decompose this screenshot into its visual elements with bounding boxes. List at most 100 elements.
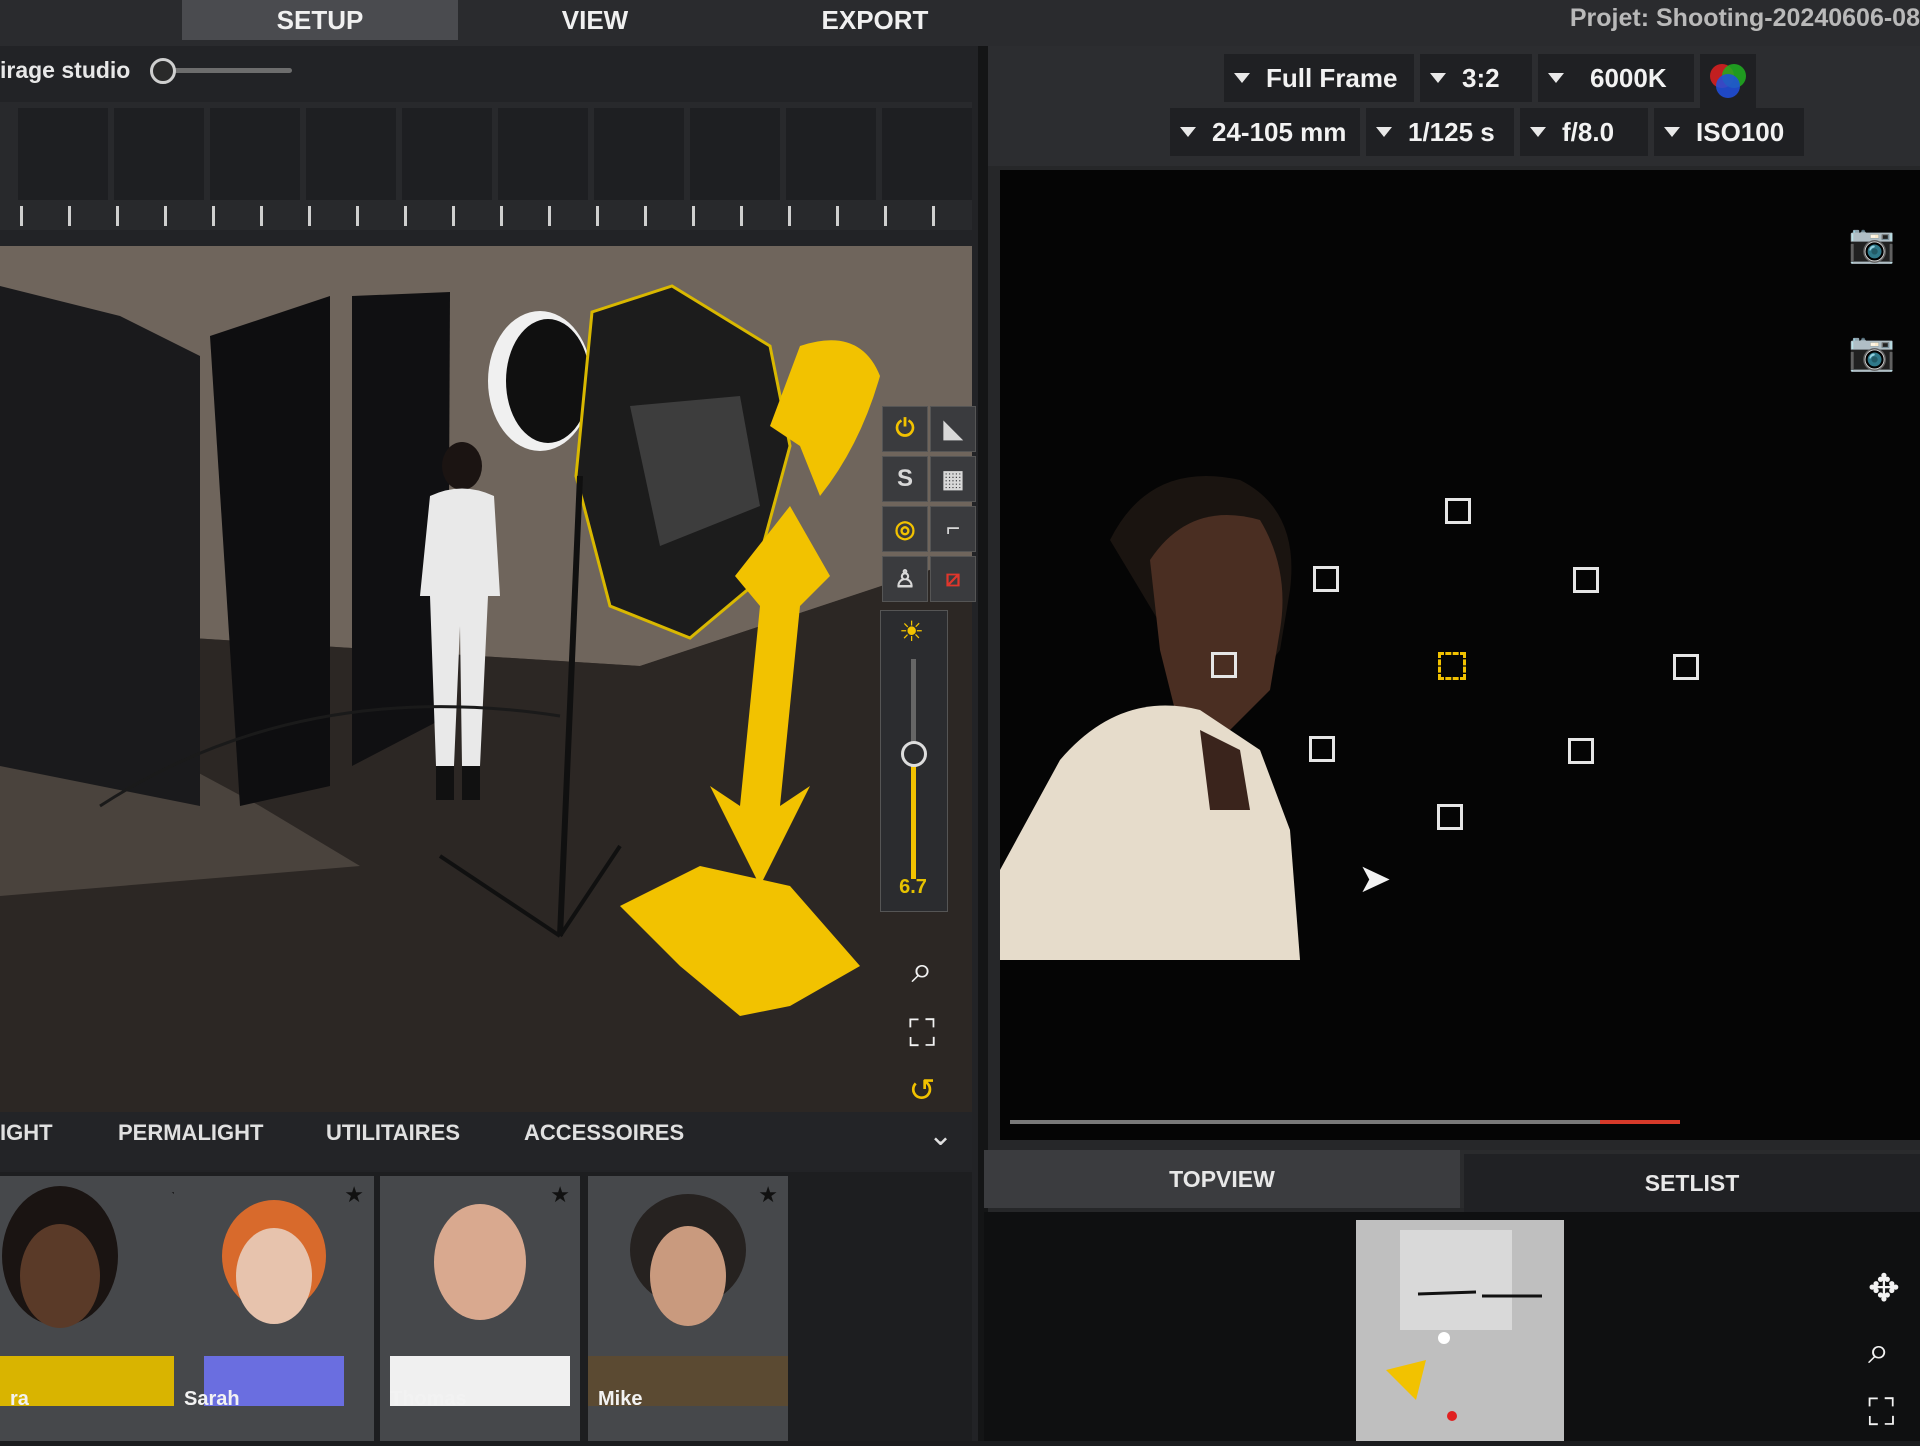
reset-view-icon[interactable]: ↺ xyxy=(898,1066,946,1114)
model-card[interactable]: ★ Sarah xyxy=(174,1176,374,1441)
sensor-dropdown[interactable]: Full Frame xyxy=(1224,54,1414,102)
aperture-dropdown[interactable]: f/8.0 xyxy=(1520,108,1648,156)
timeline-slot[interactable] xyxy=(210,108,300,200)
timeline-tick xyxy=(596,206,599,226)
af-point[interactable] xyxy=(1673,654,1699,680)
timeline-tick xyxy=(308,206,311,226)
timeline-tick xyxy=(500,206,503,226)
studio-slider-track[interactable] xyxy=(162,68,292,73)
chevron-down-icon xyxy=(1234,73,1250,83)
intensity-slider[interactable]: ☀ xyxy=(880,610,948,912)
intensity-value: 6.7 xyxy=(899,876,927,898)
af-point[interactable] xyxy=(1211,652,1237,678)
model-name: Sarah xyxy=(184,1388,240,1410)
timeline-slot[interactable] xyxy=(594,108,684,200)
model-card[interactable]: ★ ra xyxy=(0,1176,200,1441)
timeline-tick xyxy=(68,206,71,226)
studio-slider-knob[interactable] xyxy=(150,58,176,84)
model-name: Mike xyxy=(598,1388,643,1410)
chevron-down-icon xyxy=(1664,127,1680,137)
white-balance-value: 6000K xyxy=(1590,62,1667,93)
white-balance-dropdown[interactable]: 6000K xyxy=(1538,54,1694,102)
model-card[interactable]: ★ Mike xyxy=(588,1176,788,1441)
frame-icon[interactable]: ⛶ xyxy=(1868,1392,1895,1435)
tab-setup[interactable]: SETUP xyxy=(182,0,458,40)
aperture-value: f/8.0 xyxy=(1562,116,1615,147)
af-point[interactable] xyxy=(1445,498,1471,524)
tab-topview[interactable]: TOPVIEW xyxy=(984,1150,1460,1208)
studio-3d-viewport[interactable] xyxy=(0,246,972,1112)
grid-icon[interactable]: ▦ xyxy=(930,456,976,502)
iso-value: ISO100 xyxy=(1696,116,1785,147)
timeline-tick xyxy=(20,206,23,226)
model-card[interactable]: ★ Thomas xyxy=(380,1176,580,1441)
timeline-tick xyxy=(548,206,551,226)
chevron-down-icon xyxy=(1548,73,1564,83)
topview-map[interactable] xyxy=(1356,1220,1564,1441)
color-wheel-icon[interactable] xyxy=(1700,54,1756,108)
timeline-slot[interactable] xyxy=(498,108,588,200)
timeline-slot[interactable] xyxy=(786,108,876,200)
af-point[interactable] xyxy=(1309,736,1335,762)
preview-progress-track xyxy=(1010,1120,1680,1124)
timeline-tick xyxy=(836,206,839,226)
project-title: Projet: Shooting-20240606-08 xyxy=(1569,3,1920,32)
model-name: ra xyxy=(10,1388,29,1410)
favorite-star-icon[interactable]: ★ xyxy=(344,1182,364,1208)
af-point[interactable] xyxy=(1573,567,1599,593)
model-portrait xyxy=(588,1194,788,1406)
favorite-star-icon[interactable]: ★ xyxy=(550,1182,570,1208)
tab-permalight[interactable]: PERMALIGHT xyxy=(118,1120,263,1146)
tab-accessoires[interactable]: ACCESSOIRES xyxy=(524,1120,684,1146)
solo-s-icon[interactable]: S xyxy=(882,456,928,502)
shutter-dropdown[interactable]: 1/125 s xyxy=(1366,108,1514,156)
chevron-down-icon xyxy=(1530,127,1546,137)
camera-snapshot-icon[interactable]: 📷 xyxy=(1848,330,1895,374)
move-icon[interactable]: ✥ xyxy=(1868,1266,1900,1311)
timeline-tick xyxy=(404,206,407,226)
disable-icon[interactable]: ⧄ xyxy=(930,556,976,602)
power-icon[interactable]: ⏻ xyxy=(882,406,928,452)
iso-dropdown[interactable]: ISO100 xyxy=(1654,108,1804,156)
timeline-slot[interactable] xyxy=(18,108,108,200)
tab-setlist[interactable]: SETLIST xyxy=(1464,1154,1920,1212)
timeline-slot[interactable] xyxy=(114,108,204,200)
search-icon[interactable]: ⌕ xyxy=(898,946,946,994)
af-point[interactable] xyxy=(1568,738,1594,764)
rgb-circles xyxy=(1710,64,1746,98)
frame-selection-icon[interactable]: ⛶ xyxy=(898,1010,946,1058)
af-point-active[interactable] xyxy=(1438,652,1466,680)
timeline-tick xyxy=(116,206,119,226)
shutter-value: 1/125 s xyxy=(1408,116,1495,147)
expand-down-icon[interactable]: ⌄ xyxy=(928,1118,953,1153)
timeline-tick xyxy=(452,206,455,226)
timeline-slot[interactable] xyxy=(402,108,492,200)
tab-utilitaires[interactable]: UTILITAIRES xyxy=(326,1120,460,1146)
studio-label: irage studio xyxy=(0,56,131,83)
camera-capture-icon[interactable]: 📷 xyxy=(1848,222,1895,266)
timeline[interactable] xyxy=(0,102,972,230)
timeline-tick xyxy=(164,206,167,226)
timeline-slot[interactable] xyxy=(690,108,780,200)
timeline-tick xyxy=(740,206,743,226)
target-icon[interactable]: ◎ xyxy=(882,506,928,552)
af-point[interactable] xyxy=(1313,566,1339,592)
timeline-slot[interactable] xyxy=(882,108,972,200)
ratio-dropdown[interactable]: 3:2 xyxy=(1420,54,1532,102)
tab-export[interactable]: EXPORT xyxy=(790,0,960,40)
intensity-knob[interactable] xyxy=(901,741,927,767)
timeline-slot[interactable] xyxy=(306,108,396,200)
af-point[interactable] xyxy=(1437,804,1463,830)
tab-view[interactable]: VIEW xyxy=(520,0,670,40)
light-direction-icon[interactable]: ◣ xyxy=(930,406,976,452)
lens-dropdown[interactable]: 24-105 mm xyxy=(1170,108,1360,156)
zoom-icon[interactable]: ⌕ xyxy=(1868,1330,1889,1373)
mouse-cursor-icon: ➤ xyxy=(1358,857,1392,901)
favorite-star-icon[interactable]: ★ xyxy=(758,1182,778,1208)
person-target-icon[interactable]: ♙ xyxy=(882,556,928,602)
chevron-down-icon xyxy=(1376,127,1392,137)
lens-value: 24-105 mm xyxy=(1212,116,1347,147)
preview-progress-mark xyxy=(1600,1120,1680,1124)
light-head-icon[interactable]: ⌐ xyxy=(930,506,976,552)
tab-light[interactable]: IGHT xyxy=(0,1120,53,1146)
